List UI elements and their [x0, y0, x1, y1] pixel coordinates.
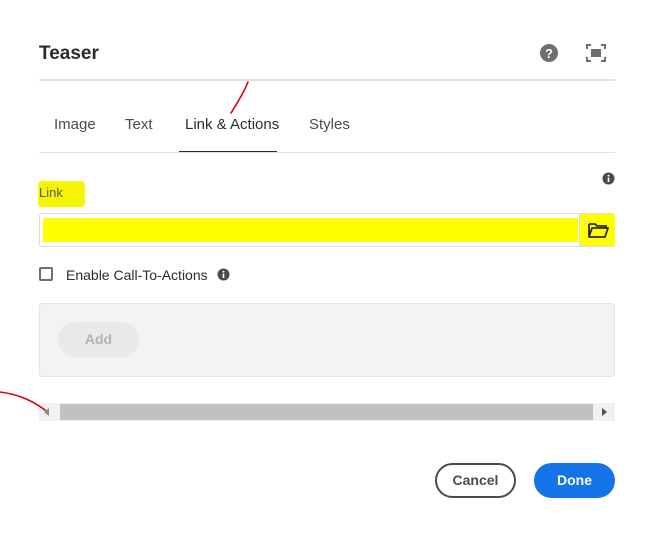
- browse-button[interactable]: [579, 214, 615, 246]
- tab-text[interactable]: Text: [125, 116, 153, 133]
- tab-link-actions[interactable]: Link & Actions: [185, 116, 279, 133]
- enable-cta-label[interactable]: Enable Call-To-Actions: [66, 267, 208, 283]
- scrollbar-thumb[interactable]: [60, 404, 593, 420]
- link-input[interactable]: [43, 218, 578, 242]
- tab-list: Image Text Link & Actions Styles: [39, 104, 615, 154]
- cancel-button[interactable]: Cancel: [435, 463, 516, 498]
- fullscreen-icon: [586, 44, 606, 62]
- fullscreen-button[interactable]: [585, 43, 607, 63]
- link-field: [39, 213, 615, 247]
- header-divider: [39, 79, 615, 81]
- tab-styles[interactable]: Styles: [309, 116, 350, 133]
- tab-image[interactable]: Image: [54, 116, 96, 133]
- help-circle-icon: ?: [540, 44, 558, 62]
- cta-panel: Add: [39, 303, 615, 377]
- svg-text:?: ?: [545, 46, 553, 61]
- help-button[interactable]: ?: [539, 43, 559, 63]
- tabs-divider: [39, 152, 615, 153]
- enable-cta-checkbox[interactable]: [39, 267, 53, 281]
- info-icon[interactable]: [602, 172, 615, 185]
- folder-icon: [588, 223, 609, 238]
- link-field-label: Link: [39, 185, 63, 200]
- done-button[interactable]: Done: [534, 463, 615, 498]
- horizontal-scrollbar[interactable]: [39, 403, 615, 421]
- info-icon[interactable]: [217, 268, 230, 281]
- scroll-right-arrow-icon[interactable]: [602, 408, 607, 416]
- add-button[interactable]: Add: [58, 322, 139, 357]
- dialog-title: Teaser: [39, 43, 99, 64]
- scroll-left-arrow-icon[interactable]: [44, 408, 49, 416]
